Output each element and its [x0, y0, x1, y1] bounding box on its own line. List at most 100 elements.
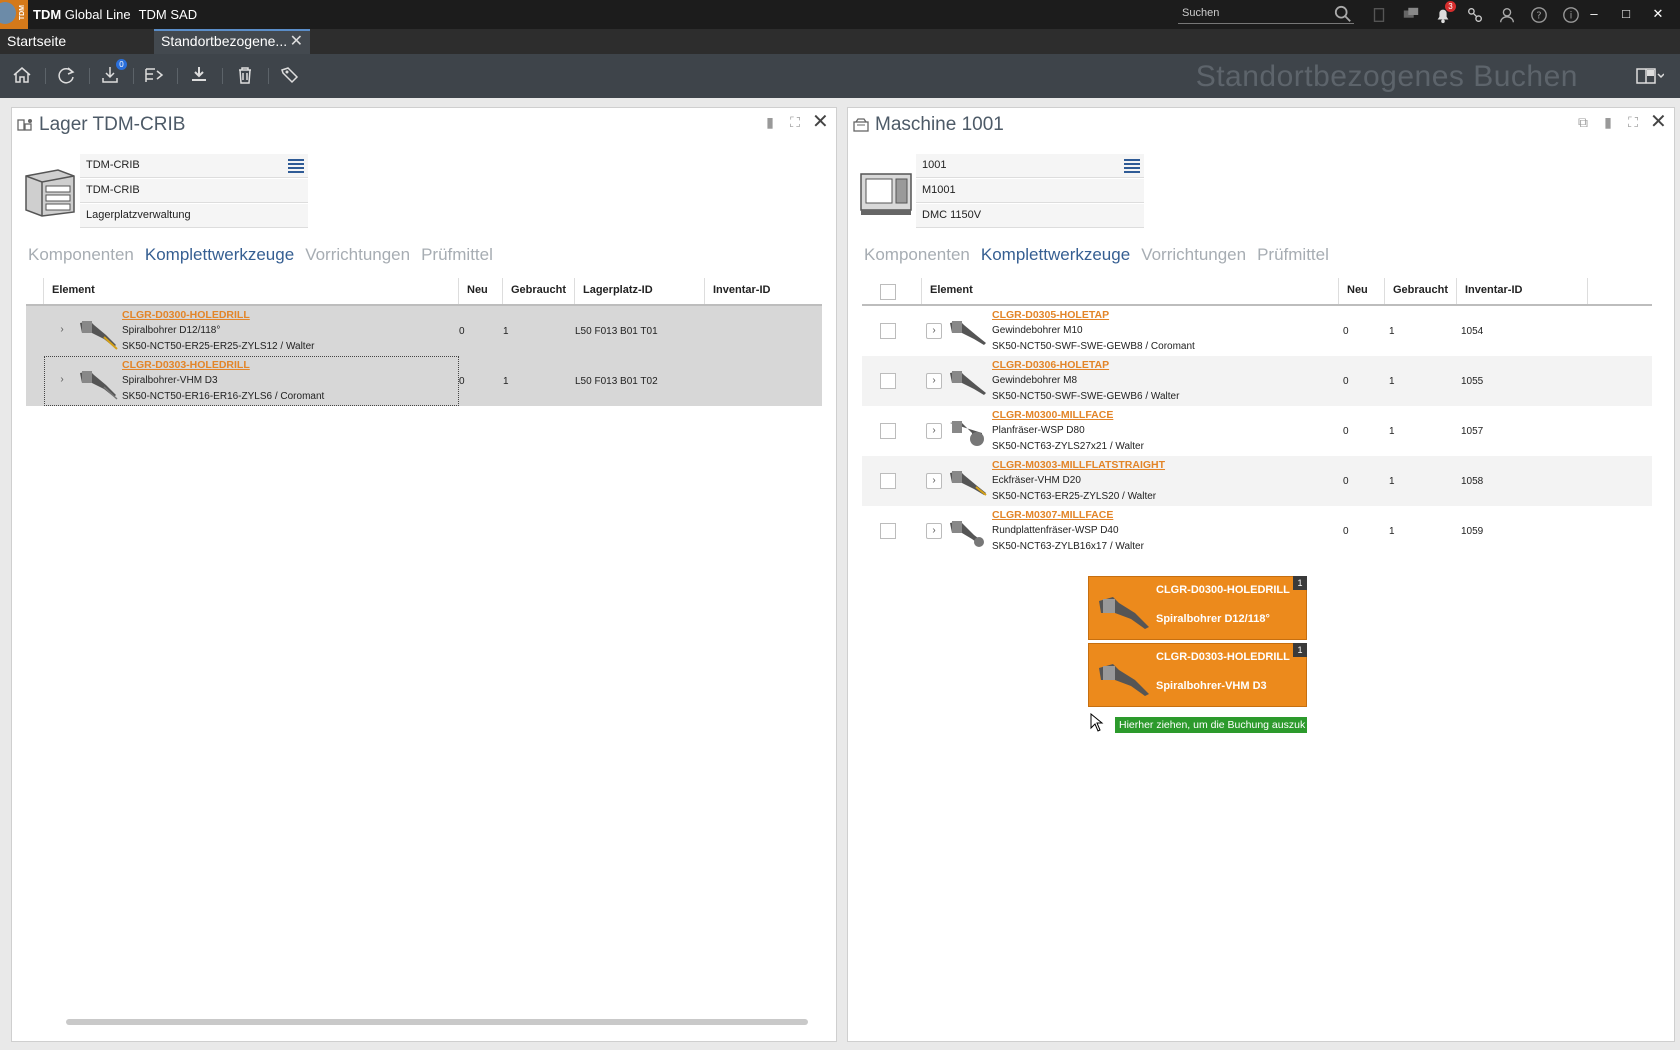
col-element[interactable]: Element	[922, 278, 1339, 304]
row-checkbox[interactable]	[880, 473, 896, 489]
download-button[interactable]	[188, 64, 212, 88]
tool-id-link[interactable]: CLGR-D0306-HOLETAP	[992, 357, 1335, 373]
copy-icon[interactable]: ⧉	[1575, 114, 1591, 130]
menu-icon[interactable]	[1124, 159, 1140, 173]
row-checkbox[interactable]	[880, 523, 896, 539]
chart-icon[interactable]: ▮	[1600, 114, 1616, 130]
refresh-icon	[58, 67, 75, 84]
col-gebraucht[interactable]: Gebraucht	[1385, 278, 1457, 304]
close-panel-icon[interactable]: ✕	[812, 112, 829, 132]
close-tab-icon[interactable]: ✕	[290, 33, 303, 50]
subtab-pruefmittel[interactable]: Prüfmittel	[1257, 245, 1329, 265]
home-button[interactable]	[11, 64, 35, 88]
tool-id-link[interactable]: CLGR-M0300-MILLFACE	[992, 407, 1335, 423]
import-button[interactable]: 0	[99, 59, 127, 88]
close-window-button[interactable]: ✕	[1644, 3, 1672, 25]
tool-description: SK50-NCT63-ZYLB16x17 / Walter	[992, 541, 1144, 552]
table-row[interactable]: › CLGR-M0303-MILLFLATSTRAIGHT Eckfräser-…	[862, 456, 1652, 506]
booking-list-button[interactable]	[143, 64, 167, 88]
info-icon[interactable]: i	[1560, 4, 1581, 25]
drag-item-card[interactable]: CLGR-D0303-HOLEDRILL Spiralbohrer-VHM D3…	[1088, 643, 1307, 707]
minimize-button[interactable]: –	[1580, 3, 1608, 25]
subtab-vorrichtungen[interactable]: Vorrichtungen	[1141, 245, 1246, 265]
expand-icon[interactable]: ›	[926, 373, 942, 389]
table-row[interactable]: › CLGR-D0300-HOLEDRILL Spiralbohrer D12/…	[26, 306, 822, 356]
maximize-panel-icon[interactable]: ⛶	[1625, 114, 1641, 130]
layout-toggle-button[interactable]	[1636, 66, 1665, 86]
subtab-komplettwerkzeuge[interactable]: Komplettwerkzeuge	[981, 245, 1130, 265]
user-icon[interactable]	[1496, 4, 1517, 25]
tab-standortbezogene[interactable]: Standortbezogene... ✕	[154, 29, 310, 54]
expand-icon[interactable]: ›	[926, 473, 942, 489]
machine-type-field: DMC 1150V	[916, 204, 1144, 228]
cell-gebraucht: 1	[503, 325, 509, 337]
notification-bell-icon[interactable]: 3	[1432, 1, 1456, 25]
maximize-panel-icon[interactable]: ⛶	[787, 114, 803, 130]
subtab-komplettwerkzeuge[interactable]: Komplettwerkzeuge	[145, 245, 294, 265]
connections-icon[interactable]	[1464, 4, 1485, 25]
tool-description: SK50-NCT50-SWF-SWE-GEWB6 / Walter	[992, 391, 1180, 402]
chat-icon[interactable]	[1400, 4, 1421, 25]
col-gebraucht[interactable]: Gebraucht	[503, 278, 575, 304]
tool-id-link[interactable]: CLGR-M0307-MILLFACE	[992, 507, 1335, 523]
help-icon[interactable]: ?	[1528, 4, 1549, 25]
panel-title: Maschine 1001	[875, 114, 1004, 135]
tool-description: SK50-NCT63-ER25-ZYLS20 / Walter	[992, 491, 1157, 502]
delete-button[interactable]	[234, 64, 258, 88]
col-element[interactable]: Element	[44, 278, 459, 304]
table-row[interactable]: › CLGR-M0307-MILLFACE Rundplattenfräser-…	[862, 506, 1652, 556]
col-lagerplatz[interactable]: Lagerplatz-ID	[575, 278, 705, 304]
document-icon[interactable]	[1368, 4, 1389, 25]
tool-name: Spiralbohrer D12/118°	[122, 325, 221, 336]
row-checkbox[interactable]	[880, 423, 896, 439]
subtab-komponenten[interactable]: Komponenten	[28, 245, 134, 265]
horizontal-scrollbar[interactable]	[66, 1019, 808, 1025]
expand-icon[interactable]: ›	[926, 323, 942, 339]
col-neu[interactable]: Neu	[459, 278, 503, 304]
chart-icon[interactable]: ▮	[762, 114, 778, 130]
cell-neu: 0	[1343, 525, 1349, 537]
search-icon[interactable]	[1334, 5, 1352, 23]
row-checkbox[interactable]	[880, 323, 896, 339]
svg-text:i: i	[1569, 10, 1572, 21]
right-subtabs: Komponenten Komplettwerkzeuge Vorrichtun…	[864, 245, 1329, 265]
search-input[interactable]: Suchen	[1178, 4, 1354, 24]
expand-icon[interactable]: ›	[54, 323, 70, 339]
tab-startseite[interactable]: Startseite	[0, 29, 154, 54]
menu-icon[interactable]	[288, 159, 304, 173]
subtab-komponenten[interactable]: Komponenten	[864, 245, 970, 265]
tool-id-link[interactable]: CLGR-M0303-MILLFLATSTRAIGHT	[992, 457, 1335, 473]
expand-icon[interactable]: ›	[926, 523, 942, 539]
subtab-pruefmittel[interactable]: Prüfmittel	[421, 245, 493, 265]
tag-button[interactable]	[279, 64, 303, 88]
machine-id-field[interactable]: 1001	[916, 154, 1144, 178]
expand-icon[interactable]: ›	[926, 423, 942, 439]
select-all-checkbox[interactable]	[880, 284, 896, 300]
table-row[interactable]: › CLGR-D0306-HOLETAP Gewindebohrer M8 SK…	[862, 356, 1652, 406]
cell-inventar: 1058	[1461, 475, 1484, 487]
close-panel-icon[interactable]: ✕	[1650, 112, 1667, 132]
col-inventar[interactable]: Inventar-ID	[705, 278, 822, 304]
maximize-button[interactable]: □	[1612, 3, 1640, 25]
tool-description: SK50-NCT63-ZYLS27x21 / Walter	[992, 441, 1144, 452]
cell-lagerplatz: L50 F013 B01 T02	[575, 375, 658, 387]
tool-image	[80, 321, 118, 350]
cell-neu: 0	[1343, 475, 1349, 487]
refresh-button[interactable]	[55, 64, 79, 88]
tool-id-link[interactable]: CLGR-D0300-HOLEDRILL	[122, 307, 451, 323]
cell-inventar: 1059	[1461, 525, 1484, 537]
table-row[interactable]: › CLGR-D0305-HOLETAP Gewindebohrer M10 S…	[862, 306, 1652, 356]
title-bar: TDM TDM Global Line TDM SAD Suchen 3 ? i …	[0, 0, 1680, 29]
drag-item-card[interactable]: CLGR-D0300-HOLEDRILL Spiralbohrer D12/11…	[1088, 576, 1307, 640]
col-neu[interactable]: Neu	[1339, 278, 1385, 304]
tool-name: Eckfräser-VHM D20	[992, 475, 1081, 486]
storage-id-field[interactable]: TDM-CRIB	[80, 154, 308, 178]
panel-title: Lager TDM-CRIB	[39, 114, 186, 135]
drag-item-count: 1	[1293, 643, 1307, 657]
tdm-logo: TDM	[0, 0, 28, 29]
table-row[interactable]: › CLGR-M0300-MILLFACE Planfräser-WSP D80…	[862, 406, 1652, 456]
subtab-vorrichtungen[interactable]: Vorrichtungen	[305, 245, 410, 265]
col-inventar[interactable]: Inventar-ID	[1457, 278, 1588, 304]
row-checkbox[interactable]	[880, 373, 896, 389]
tool-id-link[interactable]: CLGR-D0305-HOLETAP	[992, 307, 1335, 323]
